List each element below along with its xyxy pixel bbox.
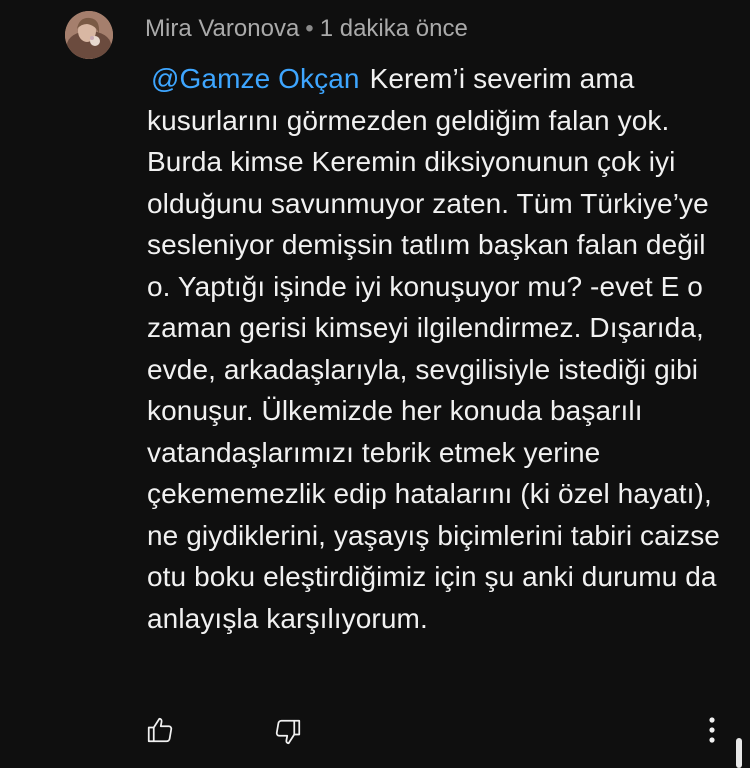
comment-actions [0, 712, 750, 756]
more-vertical-icon [707, 716, 717, 749]
timestamp[interactable]: 1 dakika önce [320, 15, 468, 42]
comment-item: Mira Varonova • 1 dakika önce @Gamze Okçan… [0, 0, 750, 768]
mention-link[interactable]: @Gamze Okçan [151, 63, 360, 94]
like-button[interactable] [140, 712, 180, 752]
thumb-up-icon [145, 715, 175, 750]
comment-header: Mira Varonova • 1 dakika önce [145, 14, 468, 44]
more-options-button[interactable] [694, 712, 730, 752]
thumb-down-icon [273, 717, 303, 752]
author-name[interactable]: Mira Varonova [145, 15, 299, 42]
dislike-button[interactable] [268, 714, 308, 754]
separator-dot: • [305, 15, 314, 42]
scrollbar[interactable] [736, 738, 742, 768]
avatar[interactable] [65, 11, 113, 59]
comment-body: Kerem’i severim ama kusurlarını görmezde… [147, 63, 720, 634]
comment-text: @Gamze Okçan Kerem’i severim ama kusurlar… [147, 58, 727, 639]
